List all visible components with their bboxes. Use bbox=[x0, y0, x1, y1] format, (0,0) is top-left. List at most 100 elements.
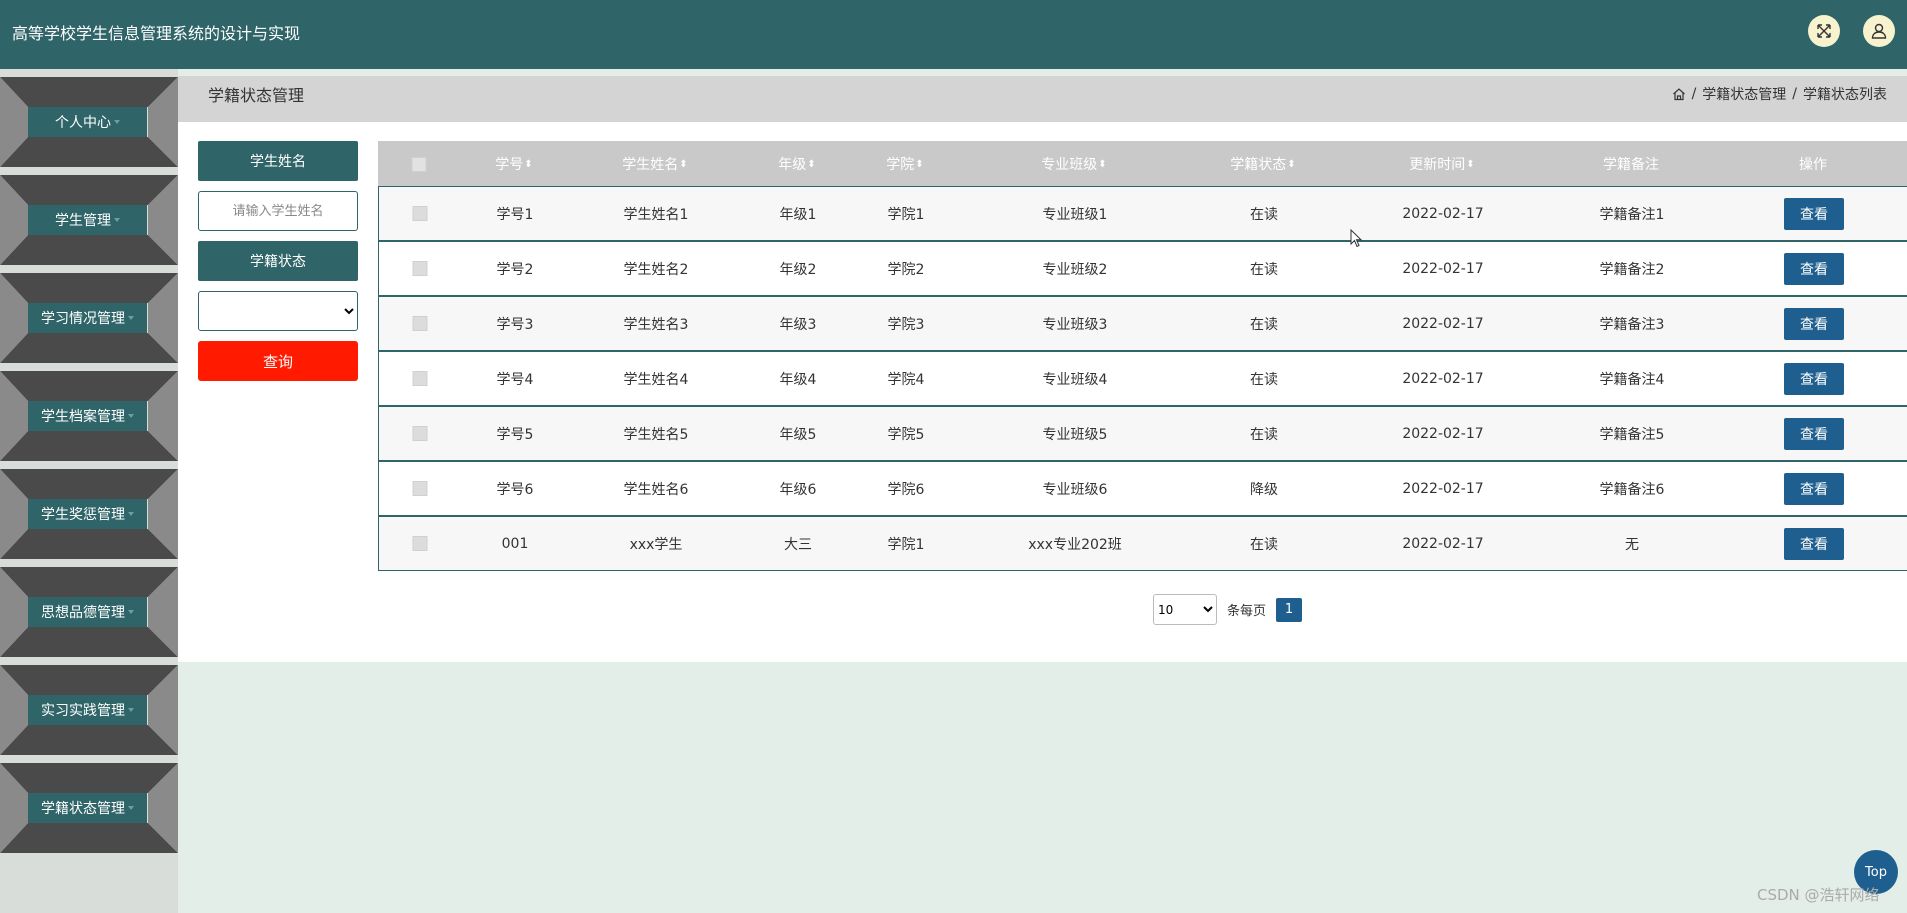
table-cell: 2022-02-17 bbox=[1402, 315, 1484, 332]
sort-icon[interactable]: ⬍ bbox=[1466, 159, 1474, 170]
column-header-label: 学号 bbox=[495, 157, 524, 173]
page-title: 学籍状态管理 bbox=[208, 86, 305, 105]
table-cell: 学生姓名4 bbox=[623, 371, 689, 388]
breadcrumb: / 学籍状态管理 / 学籍状态列表 bbox=[1672, 84, 1887, 104]
status-select[interactable] bbox=[198, 291, 358, 331]
table-cell: 在读 bbox=[1250, 426, 1278, 443]
table-cell: 学生姓名1 bbox=[623, 206, 689, 223]
row-checkbox[interactable] bbox=[412, 187, 428, 240]
sort-icon[interactable]: ⬍ bbox=[915, 159, 923, 170]
sidebar-item-text: 学籍状态管理 bbox=[41, 801, 125, 817]
table-cell: 在读 bbox=[1250, 536, 1278, 553]
table-cell: 无 bbox=[1625, 536, 1639, 553]
sidebar-item-student[interactable]: 学生管理 bbox=[0, 175, 178, 265]
column-header[interactable]: 学号 ⬍ bbox=[495, 141, 532, 187]
chevron-down-icon bbox=[128, 610, 134, 614]
column-header-label: 学生姓名 bbox=[622, 157, 679, 173]
sidebar-item-study[interactable]: 学习情况管理 bbox=[0, 273, 178, 363]
sort-icon[interactable]: ⬍ bbox=[524, 159, 532, 170]
column-header[interactable]: 学籍状态 ⬍ bbox=[1230, 141, 1295, 187]
column-header[interactable]: 专业班级 ⬍ bbox=[1041, 141, 1106, 187]
breadcrumb-item-module[interactable]: 学籍状态管理 bbox=[1702, 84, 1786, 104]
row-checkbox[interactable] bbox=[412, 517, 428, 570]
checkbox-box bbox=[412, 481, 428, 496]
column-header-label: 学籍状态 bbox=[1230, 157, 1287, 173]
student-name-input[interactable] bbox=[198, 191, 358, 231]
action-cell: 查看 bbox=[1784, 187, 1844, 240]
table-cell: 2022-02-17 bbox=[1402, 425, 1484, 442]
sidebar-item-reward-punish[interactable]: 学生奖惩管理 bbox=[0, 469, 178, 559]
table-row: 学号4 学生姓名4 年级4 学院4 专业班级4 在读 2022-02-17 学籍备注4 查看 bbox=[378, 351, 1907, 406]
column-header: 操作 bbox=[1799, 141, 1827, 187]
select-all-checkbox[interactable] bbox=[411, 141, 427, 187]
sort-icon[interactable]: ⬍ bbox=[1098, 159, 1106, 170]
fullscreen-button[interactable] bbox=[1808, 15, 1840, 47]
sidebar-item-archive[interactable]: 学生档案管理 bbox=[0, 371, 178, 461]
page-size-select[interactable]: 10 bbox=[1153, 594, 1217, 625]
table-cell: 降级 bbox=[1250, 481, 1278, 498]
student-name-label: 学生姓名 bbox=[198, 141, 358, 181]
column-header[interactable]: 学院 ⬍ bbox=[886, 141, 923, 187]
sidebar-item-internship[interactable]: 实习实践管理 bbox=[0, 665, 178, 755]
sidebar-item-label: 实习实践管理 bbox=[28, 695, 147, 725]
table-cell: 学院4 bbox=[887, 371, 925, 388]
table-cell: 学号4 bbox=[496, 371, 534, 388]
home-icon[interactable] bbox=[1672, 87, 1686, 101]
table-cell: 专业班级2 bbox=[1042, 261, 1108, 278]
column-header[interactable]: 更新时间 ⬍ bbox=[1409, 141, 1474, 187]
row-checkbox[interactable] bbox=[412, 297, 428, 350]
table-cell: 2022-02-17 bbox=[1402, 535, 1484, 552]
view-button[interactable]: 查看 bbox=[1784, 197, 1844, 230]
table-cell: 学号1 bbox=[496, 206, 534, 223]
table-cell: 年级1 bbox=[779, 206, 817, 223]
checkbox-box bbox=[412, 536, 428, 551]
pagination: 10 条每页 1 bbox=[1153, 594, 1303, 625]
row-checkbox[interactable] bbox=[412, 352, 428, 405]
table-cell: 在读 bbox=[1250, 261, 1278, 278]
view-button[interactable]: 查看 bbox=[1784, 307, 1844, 340]
column-header-label: 学籍备注 bbox=[1603, 157, 1659, 173]
mouse-cursor-icon bbox=[1350, 229, 1363, 248]
table-cell: 学院2 bbox=[887, 261, 925, 278]
view-button[interactable]: 查看 bbox=[1784, 362, 1844, 395]
table-cell: 在读 bbox=[1250, 206, 1278, 223]
sidebar-item-label: 学习情况管理 bbox=[28, 303, 147, 333]
breadcrumb-separator: / bbox=[1691, 86, 1697, 102]
sort-icon[interactable]: ⬍ bbox=[807, 159, 815, 170]
view-button[interactable]: 查看 bbox=[1784, 527, 1844, 560]
page-number-current[interactable]: 1 bbox=[1276, 597, 1303, 622]
table-cell: 专业班级6 bbox=[1042, 481, 1108, 498]
chevron-down-icon bbox=[128, 708, 134, 712]
table-cell: 专业班级3 bbox=[1042, 316, 1108, 333]
sort-icon[interactable]: ⬍ bbox=[1287, 159, 1295, 170]
sidebar-item-status[interactable]: 学籍状态管理 bbox=[0, 763, 178, 853]
view-button[interactable]: 查看 bbox=[1784, 417, 1844, 450]
view-button[interactable]: 查看 bbox=[1784, 472, 1844, 505]
table-cell: 学籍备注4 bbox=[1599, 371, 1665, 388]
sidebar-item-text: 学生奖惩管理 bbox=[41, 507, 125, 523]
row-checkbox[interactable] bbox=[412, 242, 428, 295]
view-button[interactable]: 查看 bbox=[1784, 252, 1844, 285]
row-checkbox[interactable] bbox=[412, 462, 428, 515]
sidebar-item-moral[interactable]: 思想品德管理 bbox=[0, 567, 178, 657]
table-cell: 学号3 bbox=[496, 316, 534, 333]
table-cell: 大三 bbox=[784, 536, 812, 553]
column-header[interactable]: 年级 ⬍ bbox=[778, 141, 815, 187]
table-cell: 年级5 bbox=[779, 426, 817, 443]
row-checkbox[interactable] bbox=[412, 407, 428, 460]
checkbox-box bbox=[412, 426, 428, 441]
watermark: CSDN @浩轩网络 bbox=[1757, 886, 1880, 904]
column-header[interactable]: 学生姓名 ⬍ bbox=[622, 141, 687, 187]
top-header: 高等学校学生信息管理系统的设计与实现 bbox=[0, 0, 1907, 69]
table-cell: 2022-02-17 bbox=[1402, 480, 1484, 497]
sort-icon[interactable]: ⬍ bbox=[679, 159, 687, 170]
sidebar-item-personal-center[interactable]: 个人中心 bbox=[0, 77, 178, 167]
query-button[interactable]: 查询 bbox=[198, 341, 358, 381]
table-cell: 学院3 bbox=[887, 316, 925, 333]
action-cell: 查看 bbox=[1784, 297, 1844, 350]
table-cell: 学籍备注6 bbox=[1599, 481, 1665, 498]
user-button[interactable] bbox=[1863, 15, 1895, 47]
breadcrumb-separator: / bbox=[1792, 86, 1797, 102]
app-title: 高等学校学生信息管理系统的设计与实现 bbox=[12, 24, 301, 43]
table-cell: 年级2 bbox=[779, 261, 817, 278]
